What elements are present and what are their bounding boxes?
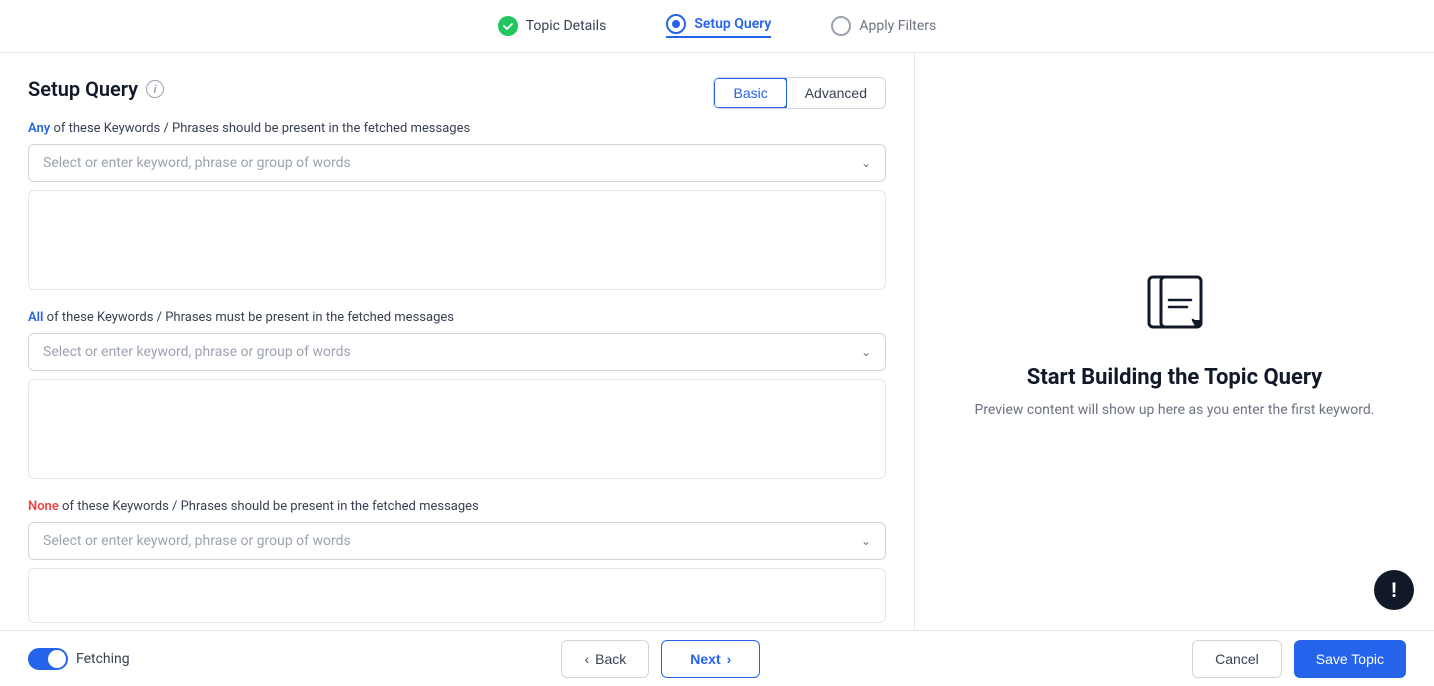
nav-buttons: ‹ Back Next › — [561, 640, 760, 678]
none-keyword: None — [28, 499, 59, 514]
all-placeholder: Select or enter keyword, phrase or group… — [43, 344, 351, 360]
none-section-label: None of these Keywords / Phrases should … — [28, 499, 886, 514]
all-keyword-box[interactable] — [28, 379, 886, 479]
any-placeholder: Select or enter keyword, phrase or group… — [43, 155, 351, 171]
page-title: Setup Query i — [28, 77, 713, 101]
none-chevron-icon: ⌄ — [861, 534, 871, 548]
alert-fab-button[interactable]: ! — [1374, 570, 1414, 610]
step-topic-details-label: Topic Details — [526, 18, 607, 34]
none-keyword-box[interactable] — [28, 568, 886, 623]
any-keyword-box[interactable] — [28, 190, 886, 290]
preview-icon — [1139, 265, 1211, 341]
fetching-toggle: Fetching — [28, 648, 130, 670]
step-apply-filters[interactable]: Apply Filters — [831, 16, 936, 36]
fetching-label: Fetching — [76, 651, 130, 667]
next-chevron-icon: › — [727, 651, 732, 667]
step-setup-query[interactable]: Setup Query — [666, 14, 771, 38]
right-panel: Start Building the Topic Query Preview c… — [914, 53, 1434, 630]
pending-step-icon — [831, 16, 851, 36]
info-icon[interactable]: i — [146, 80, 164, 98]
toggle-knob — [48, 650, 66, 668]
all-dropdown[interactable]: Select or enter keyword, phrase or group… — [28, 333, 886, 371]
active-step-icon — [666, 14, 686, 34]
fetching-switch[interactable] — [28, 648, 68, 670]
next-button[interactable]: Next › — [661, 640, 760, 678]
any-keyword: Any — [28, 121, 50, 136]
preview-subtitle: Preview content will show up here as you… — [974, 402, 1374, 418]
exclamation-icon: ! — [1391, 578, 1396, 602]
back-button[interactable]: ‹ Back — [561, 640, 649, 678]
advanced-mode-button[interactable]: Advanced — [787, 78, 885, 108]
step-setup-query-label: Setup Query — [694, 16, 771, 32]
any-dropdown[interactable]: Select or enter keyword, phrase or group… — [28, 144, 886, 182]
back-chevron-icon: ‹ — [584, 651, 589, 667]
main-container: Basic Advanced Setup Query i Any of thes… — [0, 53, 1434, 630]
cancel-button[interactable]: Cancel — [1192, 640, 1282, 678]
step-topic-details[interactable]: Topic Details — [498, 16, 607, 36]
mode-toggle: Basic Advanced — [713, 77, 886, 109]
all-keyword: All — [28, 310, 43, 325]
any-section-label: Any of these Keywords / Phrases should b… — [28, 121, 886, 136]
all-section-label: All of these Keywords / Phrases must be … — [28, 310, 886, 325]
basic-mode-button[interactable]: Basic — [713, 77, 787, 109]
step-apply-filters-label: Apply Filters — [859, 18, 936, 34]
right-buttons: Cancel Save Topic — [1192, 640, 1406, 678]
none-placeholder: Select or enter keyword, phrase or group… — [43, 533, 351, 549]
save-topic-button[interactable]: Save Topic — [1294, 640, 1406, 678]
stepper: Topic Details Setup Query Apply Filters — [0, 0, 1434, 53]
all-chevron-icon: ⌄ — [861, 345, 871, 359]
left-panel: Basic Advanced Setup Query i Any of thes… — [0, 53, 914, 630]
preview-title: Start Building the Topic Query — [1027, 365, 1322, 390]
any-chevron-icon: ⌄ — [861, 156, 871, 170]
none-dropdown[interactable]: Select or enter keyword, phrase or group… — [28, 522, 886, 560]
completed-icon — [498, 16, 518, 36]
bottom-bar: Fetching ‹ Back Next › Cancel Save Topic — [0, 630, 1434, 686]
